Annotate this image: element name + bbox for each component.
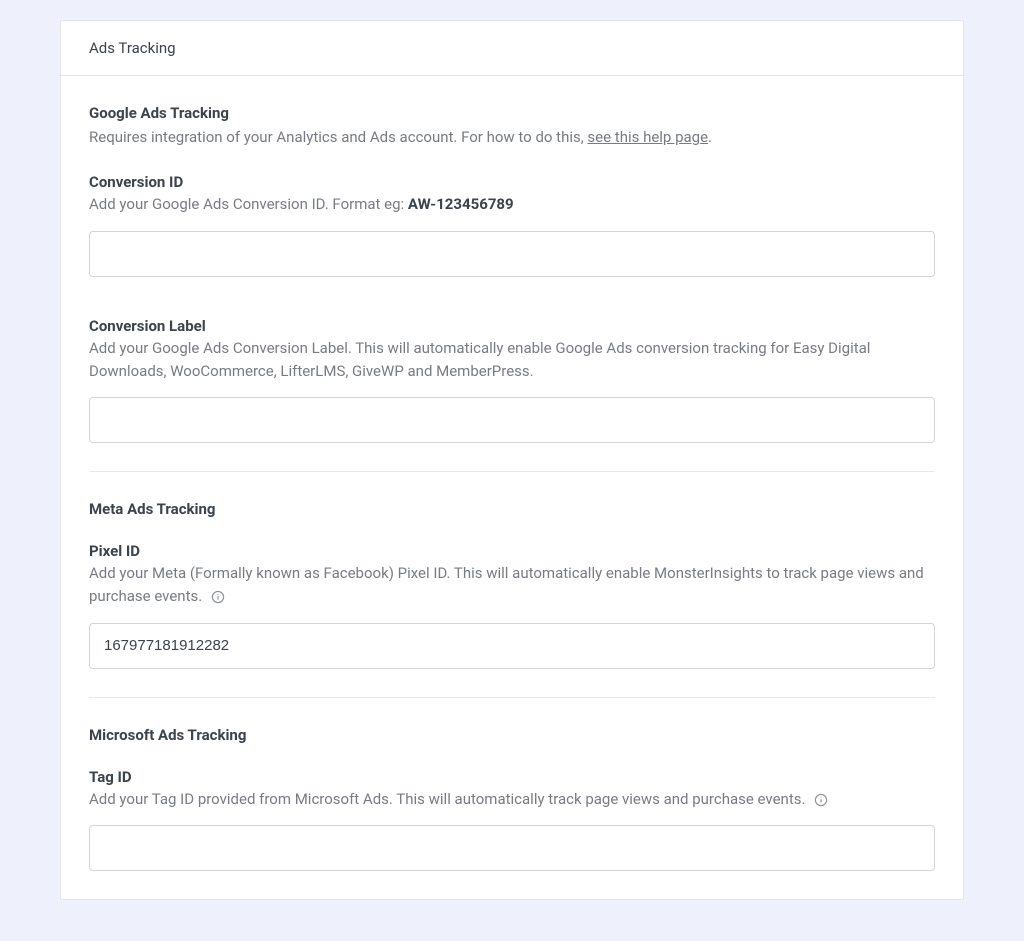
panel-title: Ads Tracking bbox=[61, 21, 963, 76]
conversion-label-desc: Add your Google Ads Conversion Label. Th… bbox=[89, 337, 935, 384]
google-ads-section: Google Ads Tracking Requires integration… bbox=[89, 104, 935, 443]
pixel-id-label: Pixel ID bbox=[89, 542, 935, 560]
help-page-link[interactable]: see this help page bbox=[587, 128, 708, 146]
tag-id-label: Tag ID bbox=[89, 768, 935, 786]
section-divider bbox=[89, 697, 935, 698]
panel-body: Google Ads Tracking Requires integration… bbox=[61, 76, 963, 899]
google-description: Requires integration of your Analytics a… bbox=[89, 126, 935, 149]
pixel-id-input[interactable] bbox=[89, 623, 935, 669]
conversion-id-desc-pre: Add your Google Ads Conversion ID. Forma… bbox=[89, 195, 408, 213]
microsoft-ads-section: Microsoft Ads Tracking Tag ID Add your T… bbox=[89, 726, 935, 871]
info-icon[interactable] bbox=[210, 589, 226, 605]
tag-id-input[interactable] bbox=[89, 825, 935, 871]
conversion-id-format: AW-123456789 bbox=[408, 195, 514, 213]
conversion-label-block: Conversion Label Add your Google Ads Con… bbox=[89, 317, 935, 444]
conversion-id-block: Conversion ID Add your Google Ads Conver… bbox=[89, 173, 935, 276]
conversion-label-label: Conversion Label bbox=[89, 317, 935, 335]
conversion-id-desc: Add your Google Ads Conversion ID. Forma… bbox=[89, 193, 935, 216]
meta-ads-section: Meta Ads Tracking Pixel ID Add your Meta… bbox=[89, 500, 935, 669]
pixel-id-desc: Add your Meta (Formally known as Faceboo… bbox=[89, 562, 935, 609]
microsoft-heading: Microsoft Ads Tracking bbox=[89, 726, 935, 744]
section-divider bbox=[89, 471, 935, 472]
ads-tracking-panel: Ads Tracking Google Ads Tracking Require… bbox=[60, 20, 964, 900]
google-heading: Google Ads Tracking bbox=[89, 104, 935, 122]
tag-id-block: Tag ID Add your Tag ID provided from Mic… bbox=[89, 768, 935, 871]
info-icon[interactable] bbox=[813, 792, 829, 808]
tag-id-desc: Add your Tag ID provided from Microsoft … bbox=[89, 788, 935, 811]
google-desc-pre: Requires integration of your Analytics a… bbox=[89, 128, 587, 146]
conversion-id-label: Conversion ID bbox=[89, 173, 935, 191]
google-desc-post: . bbox=[708, 128, 712, 146]
conversion-label-input[interactable] bbox=[89, 397, 935, 443]
tag-id-desc-text: Add your Tag ID provided from Microsoft … bbox=[89, 790, 805, 808]
pixel-id-block: Pixel ID Add your Meta (Formally known a… bbox=[89, 542, 935, 669]
conversion-id-input[interactable] bbox=[89, 231, 935, 277]
meta-heading: Meta Ads Tracking bbox=[89, 500, 935, 518]
